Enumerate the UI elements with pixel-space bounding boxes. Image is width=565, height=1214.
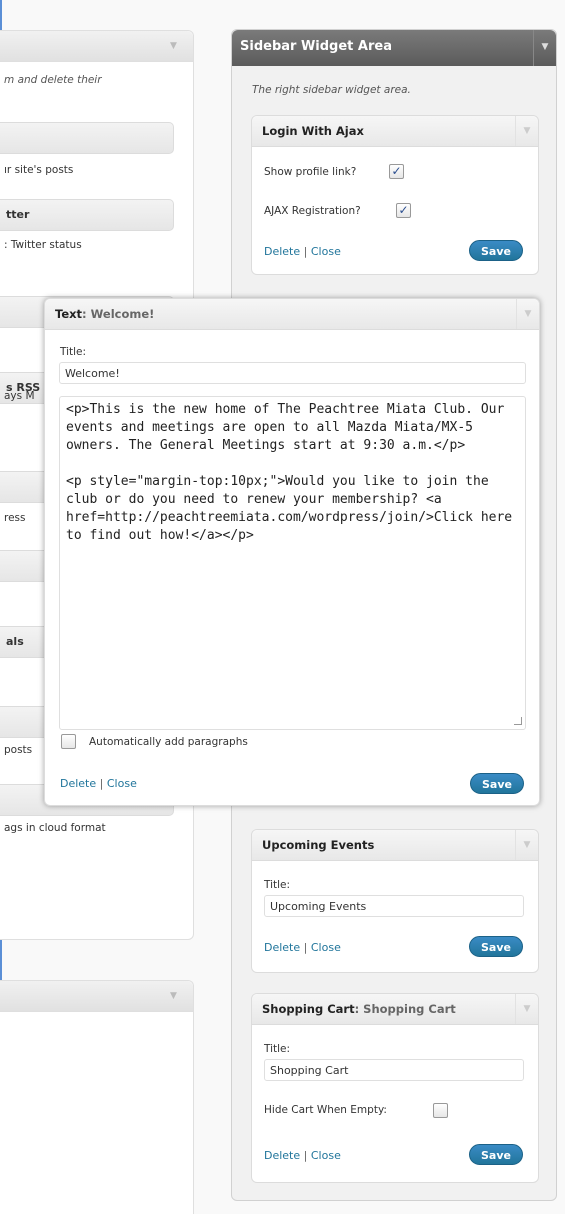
available-widgets-header[interactable]: ▼ — [0, 31, 193, 62]
available-widget-desc: ags in cloud format — [4, 822, 106, 834]
widget-title: Text — [55, 307, 83, 321]
save-button[interactable]: Save — [469, 1144, 523, 1165]
close-link[interactable]: Close — [311, 941, 341, 954]
content-textarea[interactable]: <p>This is the new home of The Peachtree… — [59, 396, 526, 730]
separator: | — [99, 777, 104, 790]
close-link[interactable]: Close — [107, 777, 137, 790]
collapse-arrow-icon[interactable]: ▼ — [515, 830, 538, 860]
widget-controls: Delete | Close — [60, 777, 137, 790]
resize-grip-icon[interactable] — [514, 717, 522, 725]
title-input[interactable]: Shopping Cart — [264, 1059, 524, 1081]
auto-paragraphs-label: Automatically add paragraphs — [89, 736, 248, 748]
save-button[interactable]: Save — [469, 240, 523, 261]
collapse-arrow-icon[interactable]: ▼ — [515, 994, 538, 1024]
widget-controls: Delete | Close — [264, 245, 341, 258]
separator: | — [303, 941, 308, 954]
show-profile-checkbox[interactable]: ✓ — [389, 164, 404, 179]
sidebar-description: The right sidebar widget area. — [252, 84, 411, 96]
widget-header[interactable]: Upcoming Events ▼ — [252, 830, 538, 861]
collapse-arrow-icon[interactable]: ▼ — [170, 991, 177, 1001]
delete-link[interactable]: Delete — [264, 245, 300, 258]
hide-cart-checkbox[interactable] — [433, 1103, 448, 1118]
available-widget-bar[interactable] — [0, 122, 174, 154]
delete-link[interactable]: Delete — [60, 777, 96, 790]
collapse-arrow-icon[interactable]: ▼ — [533, 30, 556, 66]
collapse-arrow-icon[interactable]: ▼ — [170, 41, 177, 51]
show-profile-label: Show profile link? — [264, 166, 357, 178]
widget-controls: Delete | Close — [264, 1149, 341, 1162]
widget-header[interactable]: Shopping Cart: Shopping Cart ▼ — [252, 994, 538, 1025]
widget-title: Login With Ajax — [262, 124, 364, 138]
hide-cart-label: Hide Cart When Empty: — [264, 1104, 387, 1116]
title-label: Title: — [264, 879, 291, 891]
available-widget-desc: posts — [4, 744, 33, 756]
title-input[interactable]: Upcoming Events — [264, 895, 524, 917]
ajax-registration-checkbox[interactable]: ✓ — [396, 203, 411, 218]
title-input[interactable]: Welcome! — [59, 362, 526, 384]
available-widget-desc: : Twitter status — [4, 239, 82, 251]
title-label: Title: — [264, 1043, 291, 1055]
available-widget-desc: ır site's posts — [4, 164, 74, 176]
sidebar-title[interactable]: Sidebar Widget Area ▼ — [232, 30, 556, 66]
save-button[interactable]: Save — [469, 936, 523, 957]
available-widget-desc: ays M — [4, 390, 35, 402]
inactive-widgets-panel: ▼ — [0, 980, 194, 1214]
ajax-registration-label: AJAX Registration? — [264, 205, 361, 217]
separator: | — [303, 245, 308, 258]
available-widget-bar[interactable]: tter — [0, 199, 174, 231]
widget-controls: Delete | Close — [264, 941, 341, 954]
widget-header[interactable]: Login With Ajax ▼ — [252, 116, 538, 147]
save-button[interactable]: Save — [470, 773, 524, 794]
collapse-arrow-icon[interactable]: ▼ — [516, 299, 539, 329]
collapse-arrow-icon[interactable]: ▼ — [515, 116, 538, 146]
auto-paragraphs-checkbox[interactable] — [61, 734, 76, 749]
available-widgets-description: m and delete their — [4, 74, 102, 86]
delete-link[interactable]: Delete — [264, 1149, 300, 1162]
available-widget-desc: ress — [4, 512, 26, 524]
inactive-widgets-header[interactable]: ▼ — [0, 981, 193, 1012]
close-link[interactable]: Close — [311, 245, 341, 258]
widget-header[interactable]: Text: Welcome! ▼ — [45, 299, 539, 330]
delete-link[interactable]: Delete — [264, 941, 300, 954]
widget-subtitle: : Welcome! — [82, 307, 155, 321]
title-label: Title: — [60, 346, 87, 358]
widget-subtitle: : Shopping Cart — [354, 1002, 456, 1016]
close-link[interactable]: Close — [311, 1149, 341, 1162]
widget-title: Shopping Cart — [262, 1002, 355, 1016]
widget-title: Upcoming Events — [262, 838, 375, 852]
sidebar-title-text: Sidebar Widget Area — [240, 39, 392, 54]
separator: | — [303, 1149, 308, 1162]
